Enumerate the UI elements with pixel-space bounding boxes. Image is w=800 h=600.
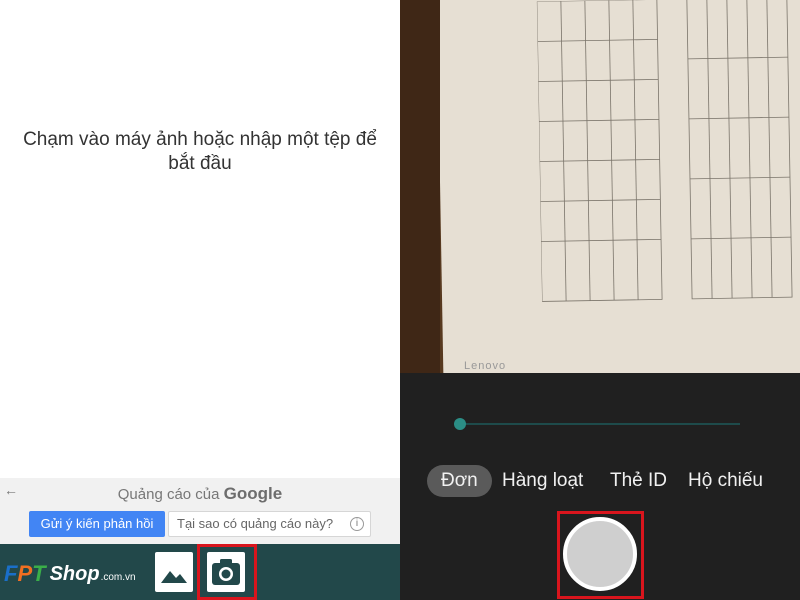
- camera-viewfinder: Lenovo: [400, 0, 800, 373]
- right-panel: Lenovo Đơn Hàng loạt Thẻ ID Hộ chiếu: [400, 0, 800, 600]
- feedback-button[interactable]: Gửi ý kiến phản hồi: [29, 511, 165, 537]
- instruction-text: Chạm vào máy ảnh hoặc nhập một tệp để bắ…: [23, 129, 377, 174]
- ad-title-prefix: Quảng cáo của: [117, 486, 220, 503]
- logo-domain: .com.vn: [100, 571, 136, 583]
- zoom-slider-track[interactable]: [460, 423, 740, 425]
- info-icon: i: [350, 517, 364, 531]
- why-this-ad-button[interactable]: Tại sao có quảng cáo này? i: [168, 511, 371, 537]
- zoom-slider-handle[interactable]: [454, 418, 466, 430]
- ad-banner: ← Quảng cáo của Google Gửi ý kiến phản h…: [0, 478, 400, 544]
- ad-title: Quảng cáo của Google: [0, 484, 400, 504]
- logo-letter-t: T: [32, 561, 46, 586]
- left-panel: Chạm vào máy ảnh hoặc nhập một tệp để bắ…: [0, 0, 400, 600]
- mode-single[interactable]: Đơn: [427, 465, 492, 497]
- mode-batch[interactable]: Hàng loạt: [502, 465, 583, 497]
- mode-id-card[interactable]: Thẻ ID: [610, 465, 667, 497]
- camera-controls: Đơn Hàng loạt Thẻ ID Hộ chiếu: [400, 373, 800, 600]
- gallery-button[interactable]: [155, 552, 193, 592]
- viewfinder-shadow: [400, 0, 440, 373]
- logo-letter-f: F: [4, 561, 18, 586]
- viewfinder-watermark: Lenovo: [464, 360, 507, 372]
- camera-highlight-frame: [197, 544, 257, 600]
- logo-shop: Shop: [49, 562, 100, 585]
- logo-letter-p: P: [17, 561, 33, 586]
- document-table-lines: [536, 0, 793, 302]
- document-in-view: [436, 0, 800, 373]
- scan-mode-tabs: Đơn Hàng loạt Thẻ ID Hộ chiếu: [400, 465, 800, 497]
- ad-title-brand: Google: [223, 484, 283, 503]
- image-icon: [156, 555, 192, 589]
- fpt-shop-logo: F P T Shop .com.vn: [4, 560, 136, 588]
- why-this-ad-label: Tại sao có quảng cáo này?: [177, 516, 334, 531]
- mode-passport[interactable]: Hộ chiếu: [688, 465, 763, 497]
- shutter-highlight-frame: [557, 511, 644, 599]
